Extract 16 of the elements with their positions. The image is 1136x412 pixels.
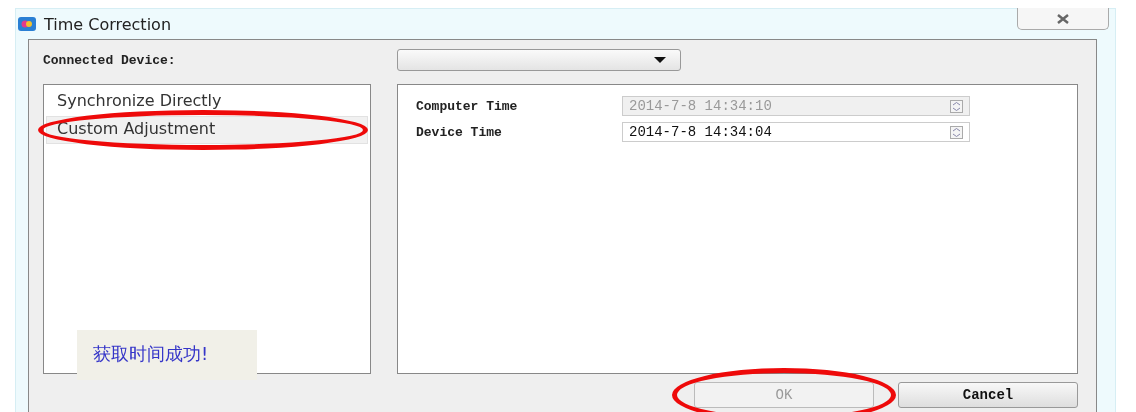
spin-arrows-icon bbox=[950, 99, 963, 113]
datetime-field[interactable]: 2014-7-8 14:34:04 bbox=[622, 122, 970, 142]
mode-list-item[interactable]: Custom Adjustment bbox=[46, 116, 368, 144]
time-label: Computer Time bbox=[416, 98, 519, 114]
connected-device-label: Connected Device: bbox=[43, 52, 177, 68]
mode-list-item[interactable]: Synchronize Directly bbox=[46, 88, 368, 116]
status-message: 获取时间成功! bbox=[77, 330, 257, 380]
close-button[interactable] bbox=[1017, 8, 1109, 30]
device-dropdown[interactable] bbox=[397, 49, 681, 71]
spin-arrows-icon bbox=[950, 125, 963, 139]
app-icon bbox=[18, 17, 36, 31]
window-title: Time Correction bbox=[44, 14, 171, 34]
time-label: Device Time bbox=[416, 124, 503, 140]
caret-icon bbox=[654, 57, 666, 63]
close-icon bbox=[1056, 13, 1070, 24]
dialog-button[interactable]: Cancel bbox=[898, 382, 1078, 408]
